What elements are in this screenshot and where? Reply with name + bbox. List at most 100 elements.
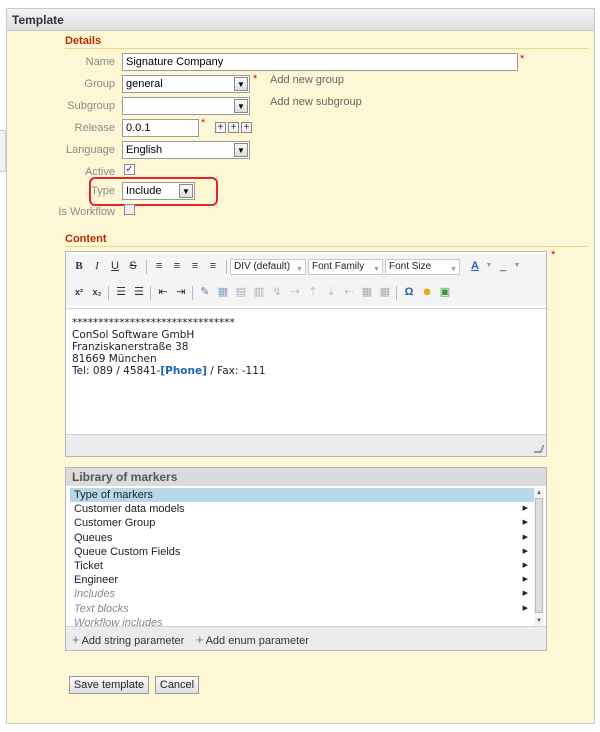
toolbar-separator — [226, 260, 227, 274]
format-select[interactable]: DIV (default) ▼ — [230, 259, 306, 275]
toolbar-separator — [150, 286, 151, 300]
scroll-down-icon[interactable]: ▼ — [534, 618, 544, 624]
active-checkbox[interactable]: ✓ — [124, 164, 135, 175]
subscript-icon[interactable]: x₂ — [90, 285, 104, 299]
chevron-right-icon: ▶ — [522, 533, 528, 541]
align-center-icon[interactable]: ≡ — [170, 259, 184, 273]
chevron-right-icon: ▶ — [522, 576, 528, 584]
chevron-down-icon: ▼ — [234, 143, 248, 157]
special-char-icon[interactable]: Ω — [402, 285, 416, 299]
chevron-right-icon: ▶ — [522, 590, 528, 598]
library-of-markers: Library of markers Type of markers Custom… — [65, 467, 547, 651]
marker-list-item-label: Customer Group — [74, 517, 156, 530]
chevron-down-icon[interactable]: ▼ — [482, 259, 496, 273]
chevron-right-icon: ▶ — [522, 604, 528, 612]
release-increment-minor-button[interactable]: + — [228, 122, 239, 133]
cell-props-icon[interactable]: ▦ — [378, 285, 392, 299]
plus-icon: + — [72, 632, 80, 647]
add-new-subgroup-link[interactable]: Add new subgroup — [270, 96, 362, 108]
details-section-title: Details — [65, 35, 102, 47]
details-divider — [65, 48, 588, 49]
release-field[interactable]: 0.0.1 — [122, 119, 199, 137]
merge-cells-icon[interactable]: ↯ — [270, 285, 284, 299]
group-select-value: general — [126, 78, 163, 90]
marker-list-item[interactable]: Text blocks ▶ — [70, 602, 538, 616]
table-row-icon[interactable]: ▤ — [234, 285, 248, 299]
insert-row-icon[interactable]: ⇡ — [306, 285, 320, 299]
save-template-button[interactable]: Save template — [69, 676, 149, 694]
marker-list-item[interactable]: Type of markers — [70, 488, 538, 503]
chevron-right-icon: ▶ — [522, 561, 528, 569]
release-increment-patch-button[interactable]: + — [241, 122, 252, 133]
font-size-select[interactable]: Font Size ▼ — [385, 259, 460, 275]
add-string-parameter-button[interactable]: + Add string parameter — [72, 632, 184, 647]
language-select[interactable]: English ▼ — [122, 141, 250, 159]
insert-image-icon[interactable]: ▣ — [438, 285, 452, 299]
ordered-list-icon[interactable]: ☰ — [132, 285, 146, 299]
scroll-thumb[interactable] — [535, 498, 543, 613]
font-family-select[interactable]: Font Family ▼ — [308, 259, 383, 275]
cancel-button[interactable]: Cancel — [155, 676, 199, 694]
split-cells-icon[interactable]: ⇢ — [288, 285, 302, 299]
content-divider — [65, 246, 588, 247]
resize-grip-icon[interactable] — [533, 445, 545, 453]
release-increment-major-button[interactable]: + — [215, 122, 226, 133]
marker-list-item[interactable]: Workflow includes — [70, 616, 538, 626]
italic-icon[interactable]: I — [90, 259, 104, 273]
release-required-mark: * — [201, 117, 206, 129]
editor-content-area[interactable]: ******************************* ConSol S… — [66, 308, 546, 434]
font-size-value: Font Size — [389, 261, 432, 272]
group-select[interactable]: general ▼ — [122, 75, 250, 93]
insert-col-icon[interactable]: ⇠ — [342, 285, 356, 299]
toolbar-separator — [146, 260, 147, 274]
content-line-5: Tel: 089 / 45841-[Phone] / Fax: -111 — [72, 365, 540, 377]
chevron-down-icon[interactable]: ▼ — [510, 259, 524, 273]
align-justify-icon[interactable]: ≡ — [206, 259, 220, 273]
add-new-group-link[interactable]: Add new group — [270, 74, 344, 86]
delete-row-icon[interactable]: ⇣ — [324, 285, 338, 299]
bold-icon[interactable]: B — [72, 259, 86, 273]
content-line-1: ******************************* — [72, 317, 235, 329]
table-props-icon[interactable]: ▦ — [360, 285, 374, 299]
name-field[interactable]: Signature Company — [122, 53, 518, 71]
marker-list-item[interactable]: Includes ▶ — [70, 587, 538, 601]
marker-list-item[interactable]: Customer data models ▶ — [70, 502, 538, 516]
background-color-icon[interactable]: _ — [496, 259, 510, 273]
table-col-icon[interactable]: ▥ — [252, 285, 266, 299]
marker-list-item-label: Text blocks — [74, 602, 129, 615]
marker-list-item[interactable]: Queue Custom Fields ▶ — [70, 545, 538, 559]
subgroup-select[interactable]: ▼ — [122, 97, 250, 115]
font-color-icon[interactable]: A — [468, 259, 482, 273]
marker-list-item-label: Ticket — [74, 559, 103, 572]
edit-html-icon[interactable]: ✎ — [198, 285, 212, 299]
align-left-icon[interactable]: ≡ — [152, 259, 166, 273]
marker-list-item[interactable]: Queues ▶ — [70, 531, 538, 545]
marker-list: Type of markers Customer data models ▶ Cust… — [70, 488, 538, 626]
marker-list-item[interactable]: Customer Group ▶ — [70, 516, 538, 530]
editor-status-bar — [66, 434, 546, 456]
add-enum-parameter-label: Add enum parameter — [205, 635, 309, 647]
toolbar-separator — [192, 286, 193, 300]
toolbar-separator — [108, 286, 109, 300]
add-enum-parameter-button[interactable]: + Add enum parameter — [196, 632, 309, 647]
editor-toolbar-row-1: B I U S ≡ ≡ ≡ ≡ DIV (default) ▼ Font Fam… — [66, 254, 546, 280]
align-right-icon[interactable]: ≡ — [188, 259, 202, 273]
name-required-mark: * — [520, 53, 525, 65]
superscript-icon[interactable]: x² — [72, 285, 86, 299]
scroll-up-icon[interactable]: ▲ — [534, 490, 544, 496]
marker-list-scrollbar[interactable]: ▲ ▼ — [534, 488, 544, 626]
marker-list-item[interactable]: Ticket ▶ — [70, 559, 538, 573]
emoticon-icon[interactable]: ☻ — [420, 285, 434, 299]
unordered-list-icon[interactable]: ☰ — [114, 285, 128, 299]
indent-icon[interactable]: ⇥ — [174, 285, 188, 299]
marker-list-item-label: Queue Custom Fields — [74, 545, 181, 558]
strikethrough-icon[interactable]: S — [126, 259, 140, 273]
underline-icon[interactable]: U — [108, 259, 122, 273]
marker-list-item[interactable]: Engineer ▶ — [70, 573, 538, 587]
is-workflow-checkbox[interactable] — [124, 204, 135, 215]
outdent-icon[interactable]: ⇤ — [156, 285, 170, 299]
content-section-title: Content — [65, 233, 107, 245]
insert-table-icon[interactable]: ▦ — [216, 285, 230, 299]
is-workflow-label: Is Workflow — [58, 206, 115, 218]
chevron-down-icon: ▼ — [373, 266, 380, 273]
